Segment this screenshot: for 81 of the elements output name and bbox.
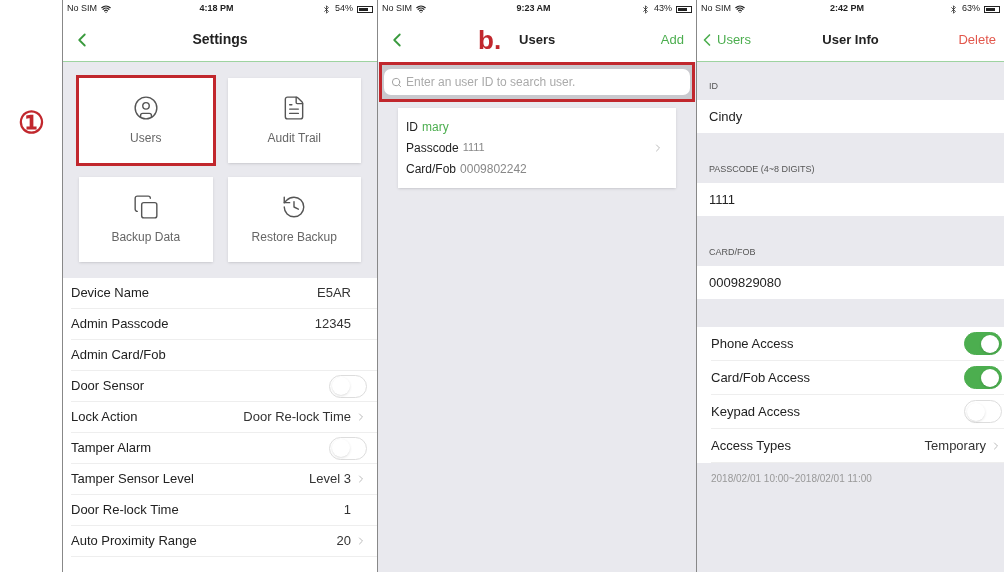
- step-marker: b.: [478, 23, 502, 57]
- field-header: CARD/FOB: [709, 245, 756, 259]
- row-label: Keypad Access: [711, 402, 800, 421]
- battery-icon: [984, 5, 1000, 13]
- settings-row[interactable]: Auto Proximity Range 20: [71, 526, 377, 557]
- menu-tile[interactable]: Audit Trail: [227, 78, 361, 163]
- settings-row[interactable]: Lock Action Door Re-lock Time: [71, 402, 377, 433]
- input-field[interactable]: 0009829080: [697, 266, 1004, 299]
- battery-icon: [357, 5, 373, 13]
- wifi-icon: [101, 4, 111, 14]
- row-label: Admin Passcode: [71, 315, 169, 334]
- carrier-label: No SIM: [67, 2, 97, 16]
- status-time: 9:23 AM: [516, 2, 551, 16]
- battery-icon: [676, 5, 692, 13]
- battery-percentage: 43%: [654, 2, 672, 16]
- settings-row[interactable]: Access Types Temporary: [711, 429, 1004, 463]
- row-value: Door Re-lock Time: [243, 408, 351, 427]
- wifi-icon: [416, 4, 426, 14]
- menu-tile[interactable]: Users: [79, 78, 213, 163]
- access-period: 2018/02/01 10:00~2018/02/01 11:00: [710, 472, 873, 486]
- user-circle-icon: [132, 94, 159, 121]
- toggle-switch[interactable]: [964, 366, 1002, 389]
- settings-row[interactable]: Device Name E5AR: [71, 278, 377, 309]
- field-header: PASSCODE (4~8 DIGITS): [709, 162, 815, 176]
- settings-row[interactable]: Card/Fob Access: [711, 361, 1004, 395]
- settings-row[interactable]: Door Re-lock Time 1: [71, 495, 377, 526]
- card-label: Card/Fob: [406, 161, 457, 178]
- row-value: 12345: [314, 315, 352, 334]
- row-label: Device Name: [71, 284, 150, 303]
- row-value: E5AR: [317, 284, 352, 303]
- card-value: 0009802242: [460, 161, 527, 178]
- row-value: 20: [336, 532, 351, 551]
- toggle-switch[interactable]: [964, 332, 1002, 355]
- input-field[interactable]: 1111: [697, 183, 1004, 216]
- input-field[interactable]: Cindy: [697, 100, 1004, 133]
- row-value: Level 3: [309, 470, 351, 489]
- field-header: ID: [709, 79, 718, 93]
- row-label: Card/Fob Access: [711, 368, 810, 387]
- passcode-label: Passcode: [406, 140, 459, 157]
- bluetooth-icon: [641, 4, 650, 14]
- search-icon: [391, 77, 402, 88]
- bluetooth-icon: [948, 4, 958, 14]
- copies-icon: [132, 193, 159, 220]
- status-time: 2:42 PM: [830, 2, 864, 16]
- step-marker: ①: [17, 105, 45, 141]
- row-label: Phone Access: [711, 334, 794, 353]
- row-value: Temporary: [924, 436, 986, 455]
- search-field[interactable]: Enter an user ID to search user.: [384, 69, 690, 95]
- battery-percentage: 63%: [961, 2, 980, 16]
- row-label: Tamper Alarm: [71, 439, 152, 458]
- settings-row[interactable]: Admin Passcode 12345: [71, 309, 377, 340]
- screen-title: User Info: [822, 30, 879, 49]
- menu-tile[interactable]: Restore Backup: [227, 177, 361, 262]
- row-label: Admin Card/Fob: [71, 346, 166, 365]
- settings-row[interactable]: Keypad Access: [711, 395, 1004, 429]
- user-card[interactable]: ID mary Passcode 1111 Card/Fob 0009802242: [398, 108, 676, 188]
- settings-row[interactable]: Tamper Sensor Level Level 3: [71, 464, 377, 495]
- settings-row[interactable]: Admin Card/Fob: [71, 340, 377, 371]
- wifi-icon: [735, 4, 745, 14]
- user-id: mary: [422, 119, 449, 136]
- settings-row[interactable]: Tamper Alarm: [71, 433, 377, 464]
- screen-title: Settings: [192, 30, 248, 49]
- settings-row[interactable]: Door Sensor: [71, 371, 377, 402]
- row-value: 1: [343, 501, 352, 520]
- passcode-value: 1111: [462, 140, 485, 155]
- row-label: Door Sensor: [71, 377, 144, 396]
- delete-button[interactable]: Delete: [958, 29, 996, 50]
- id-label: ID: [406, 119, 418, 136]
- row-label: Auto Proximity Range: [71, 532, 197, 551]
- menu-tile[interactable]: Backup Data: [79, 177, 213, 262]
- carrier-label: No SIM: [701, 2, 731, 16]
- battery-percentage: 54%: [334, 2, 353, 16]
- settings-row[interactable]: Phone Access: [711, 327, 1004, 361]
- screen-title: Users: [519, 31, 556, 50]
- row-label: Door Re-lock Time: [71, 501, 179, 520]
- row-label: Tamper Sensor Level: [71, 470, 194, 489]
- row-label: Access Types: [711, 436, 791, 455]
- status-time: 4:18 PM: [199, 2, 234, 16]
- bluetooth-icon: [321, 4, 331, 14]
- carrier-label: No SIM: [382, 2, 412, 16]
- row-label: Lock Action: [71, 408, 138, 427]
